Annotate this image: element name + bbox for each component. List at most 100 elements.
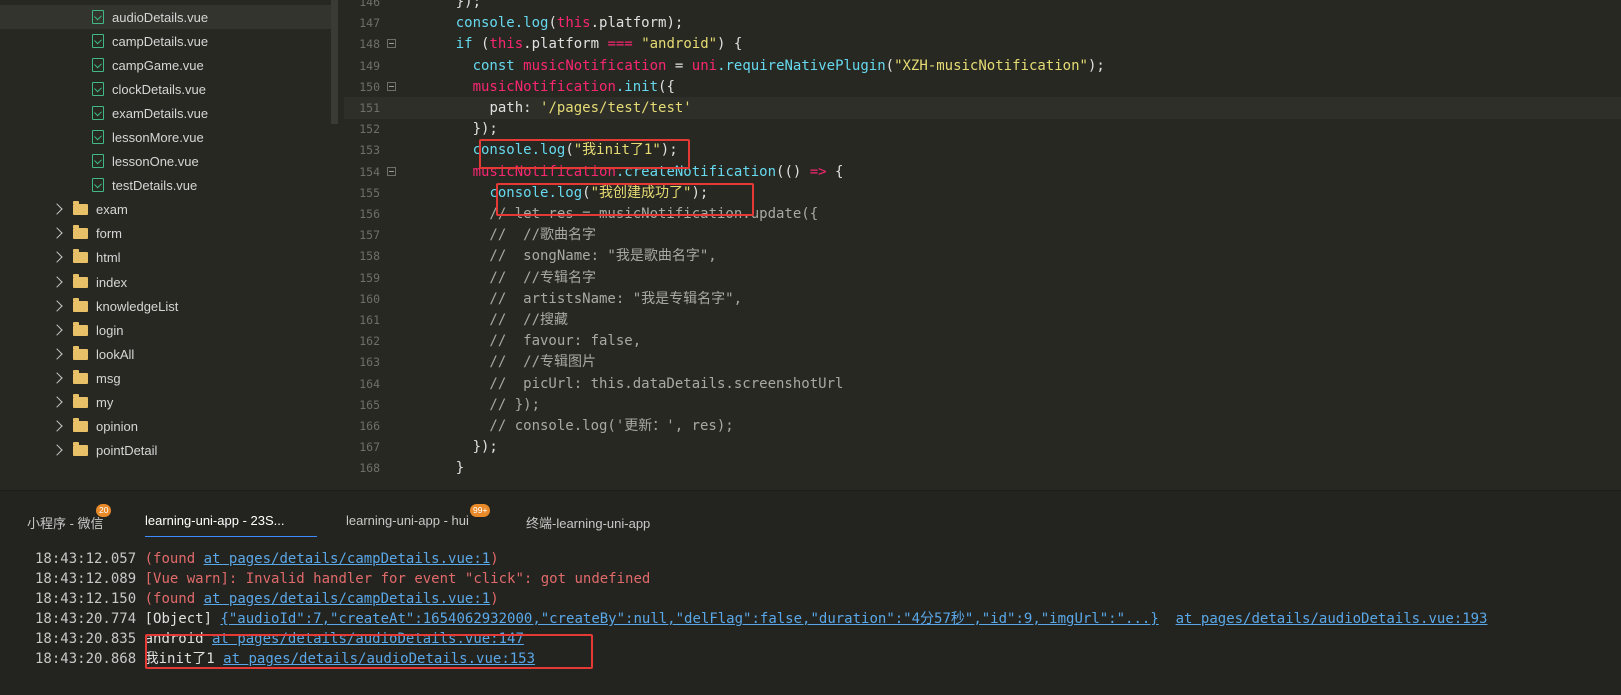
file-clockDetails[interactable]: clockDetails.vue: [0, 77, 338, 101]
line-number: 161: [359, 313, 380, 327]
folder-icon: [73, 200, 88, 215]
folder-icon: [73, 417, 88, 432]
code-line[interactable]: 153 console.log("我init了1");: [344, 139, 1621, 161]
file-label: lessonOne.vue: [112, 153, 199, 169]
folder-label: pointDetail: [96, 442, 158, 458]
code-line[interactable]: 146 });: [344, 0, 1621, 13]
file-campDetails[interactable]: campDetails.vue: [0, 29, 338, 53]
tab-learning-uni-app-23s[interactable]: learning-uni-app - 23S...: [145, 513, 317, 537]
folder-knowledgeList[interactable]: knowledgeList: [0, 294, 338, 318]
code-text: musicNotification.init({: [472, 78, 675, 95]
tab-badge: 99+: [470, 504, 491, 517]
code-text: // songName: "我是歌曲名字",: [422, 248, 717, 265]
code-text: console.log(this.platform);: [455, 15, 684, 32]
line-number: 151: [359, 101, 380, 115]
folder-msg[interactable]: msg: [0, 366, 338, 390]
sidebar-scrollbar[interactable]: [331, 0, 338, 124]
file-testDetails[interactable]: testDetails.vue: [0, 173, 338, 197]
code-line[interactable]: 165 // });: [344, 394, 1621, 416]
log-source-link[interactable]: at pages/details/audioDetails.vue:193: [1176, 611, 1488, 627]
code-line[interactable]: 147 console.log(this.platform);: [344, 12, 1621, 34]
folder-icon: [73, 297, 88, 312]
code-line[interactable]: 167 });: [344, 436, 1621, 458]
code-text: // favour: false,: [422, 333, 642, 350]
code-text: musicNotification.createNotification(() …: [472, 163, 844, 180]
fold-toggle-icon[interactable]: [387, 39, 396, 49]
file-label: campDetails.vue: [112, 33, 209, 49]
code-line[interactable]: 166 // console.log('更新：', res);: [344, 415, 1621, 437]
log-source-link[interactable]: at pages/details/audioDetails.vue:147: [212, 631, 524, 647]
tab-learning-uni-app-hui[interactable]: learning-uni-app - hui 99+: [346, 504, 491, 537]
tab-wechat-miniprogram[interactable]: 小程序 - 微信 20: [27, 504, 112, 537]
log-timestamp: 18:43:20.868: [35, 651, 137, 667]
line-number: 160: [359, 291, 380, 306]
code-text: }: [422, 460, 465, 477]
chevron-right-icon: [51, 203, 63, 215]
code-line[interactable]: 151 path: '/pages/test/test': [344, 97, 1621, 119]
code-line[interactable]: 154 musicNotification.createNotification…: [344, 161, 1621, 183]
folder-form[interactable]: form: [0, 221, 338, 245]
fold-toggle-icon[interactable]: [387, 81, 396, 91]
log-line: 18:43:20.868 我init了1 at pages/details/au…: [35, 649, 535, 669]
folder-label: login: [96, 322, 124, 338]
folder-exam[interactable]: exam: [0, 197, 338, 221]
folder-label: exam: [96, 201, 128, 217]
code-line[interactable]: 156 // let res = musicNotification.updat…: [344, 203, 1621, 225]
log-line: 18:43:12.057 (found at pages/details/cam…: [35, 549, 499, 569]
chevron-right-icon: [51, 348, 63, 360]
folder-icon: [73, 248, 88, 263]
code-editor[interactable]: 146 }); 147 console.log(this.platform); 14…: [344, 0, 1621, 490]
file-examDetails[interactable]: examDetails.vue: [0, 101, 338, 125]
line-number: 167: [359, 440, 380, 455]
folder-pointDetail[interactable]: pointDetail: [0, 438, 338, 462]
folder-index[interactable]: index: [0, 270, 338, 294]
line-number: 155: [359, 185, 380, 200]
code-line[interactable]: 148 if (this.platform === "android") {: [344, 33, 1621, 55]
log-line: 18:43:20.774 [Object] {"audioId":7,"crea…: [35, 609, 1488, 629]
code-line[interactable]: 149 const musicNotification = uni.requir…: [344, 55, 1621, 77]
chevron-right-icon: [51, 396, 63, 408]
code-line[interactable]: 159 // //专辑名字: [344, 267, 1621, 289]
log-object-link[interactable]: {"audioId":7,"createAt":1654062932000,"c…: [220, 611, 1158, 627]
code-text: // //专辑名字: [422, 269, 597, 286]
folder-my[interactable]: my: [0, 390, 338, 414]
log-source-link[interactable]: at pages/details/campDetails.vue:1: [204, 551, 491, 567]
file-lessonMore[interactable]: lessonMore.vue: [0, 125, 338, 149]
folder-opinion[interactable]: opinion: [0, 414, 338, 438]
log-source-link[interactable]: at pages/details/audioDetails.vue:153: [223, 651, 535, 667]
folder-html[interactable]: html: [0, 245, 338, 269]
log-timestamp: 18:43:12.057: [35, 551, 137, 567]
code-line[interactable]: 163 // //专辑图片: [344, 351, 1621, 373]
log-text: (found: [144, 551, 204, 567]
code-line[interactable]: 164 // picUrl: this.dataDetails.screensh…: [344, 373, 1621, 395]
chevron-right-icon: [51, 324, 63, 336]
code-text: // picUrl: this.dataDetails.screenshotUr…: [422, 375, 844, 392]
code-line[interactable]: 155 console.log("我创建成功了");: [344, 182, 1621, 204]
line-number: 152: [359, 122, 380, 137]
code-line[interactable]: 158 // songName: "我是歌曲名字",: [344, 245, 1621, 267]
code-line[interactable]: 150 musicNotification.init({: [344, 76, 1621, 98]
line-number: 150: [359, 79, 380, 94]
code-line[interactable]: 160 // artistsName: "我是专辑名字",: [344, 288, 1621, 310]
log-source-link[interactable]: at pages/details/campDetails.vue:1: [204, 591, 491, 607]
code-line[interactable]: 168 }: [344, 457, 1621, 479]
folder-label: form: [96, 225, 122, 241]
code-line[interactable]: 157 // //歌曲名字: [344, 224, 1621, 246]
code-line[interactable]: 161 // //搜藏: [344, 309, 1621, 331]
code-line[interactable]: 162 // favour: false,: [344, 330, 1621, 352]
file-label: lessonMore.vue: [112, 129, 204, 145]
code-text: // //搜藏: [422, 312, 569, 328]
file-lessonOne[interactable]: lessonOne.vue: [0, 149, 338, 173]
folder-login[interactable]: login: [0, 318, 338, 342]
tab-label: 小程序 - 微信: [27, 516, 104, 531]
file-campGame[interactable]: campGame.vue: [0, 53, 338, 77]
line-number: 165: [359, 397, 380, 412]
tab-label: learning-uni-app - hui: [346, 513, 469, 528]
tab-terminal[interactable]: 终端-learning-uni-app: [526, 513, 650, 537]
log-line: 18:43:20.835 android at pages/details/au…: [35, 629, 524, 649]
code-line[interactable]: 152 });: [344, 118, 1621, 140]
fold-toggle-icon[interactable]: [387, 166, 396, 176]
folder-lookAll[interactable]: lookAll: [0, 342, 338, 366]
line-number: 158: [359, 249, 380, 264]
file-audioDetails[interactable]: audioDetails.vue: [0, 5, 338, 29]
